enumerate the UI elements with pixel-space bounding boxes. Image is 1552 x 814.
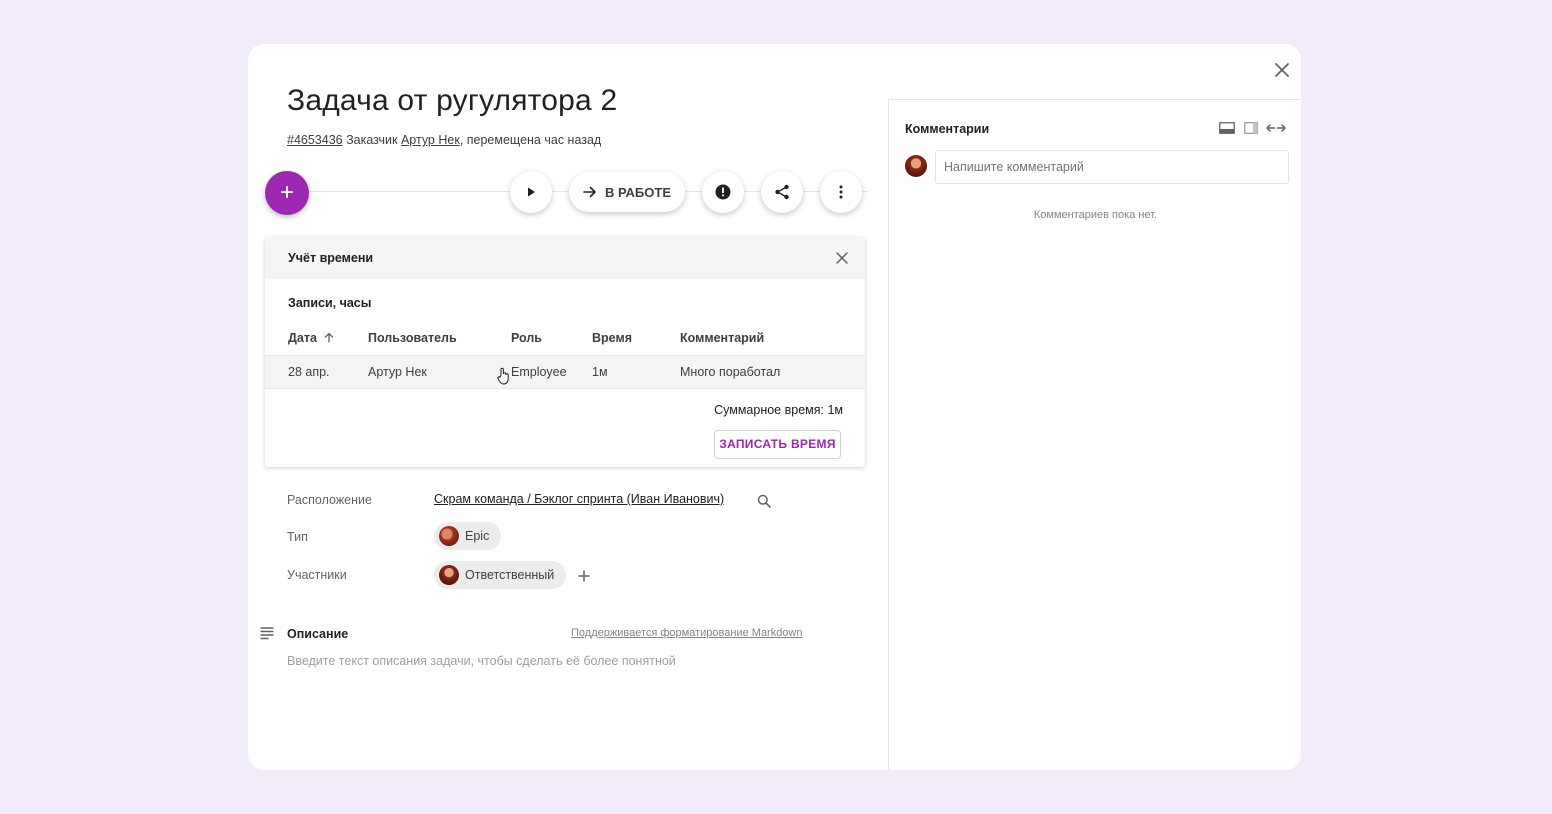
search-icon[interactable] [757, 494, 771, 508]
participant-chip[interactable]: Ответственный [434, 561, 567, 589]
close-icon[interactable] [1272, 60, 1292, 80]
location-label: Расположение [287, 493, 372, 507]
time-tracking-card: Учёт времени Записи, часы Дата Пользоват… [265, 237, 865, 467]
comment-input[interactable] [935, 150, 1289, 184]
column-header-user[interactable]: Пользователь [368, 331, 457, 345]
no-comments-text: Комментариев пока нет. [1033, 209, 1158, 221]
type-chip[interactable]: Epic [434, 522, 502, 550]
play-button[interactable] [510, 171, 552, 213]
more-vert-icon [839, 185, 843, 199]
table-header: Дата Пользователь Роль Время Комментарий [265, 322, 865, 354]
participants-label: Участники [287, 568, 347, 582]
close-time-tracking-icon[interactable] [835, 251, 849, 265]
column-header-date[interactable]: Дата [288, 331, 334, 345]
arrow-up-icon [325, 332, 334, 343]
records-label: Записи, часы [288, 296, 372, 310]
comments-panel: Комментарии Комментариев пока нет. [888, 99, 1301, 770]
row-user: Артур Нек [368, 365, 427, 379]
time-tracking-header: Учёт времени [265, 237, 865, 279]
add-participant-icon[interactable] [578, 570, 590, 582]
share-button[interactable] [761, 171, 803, 213]
dock-bottom-icon[interactable] [1219, 122, 1235, 134]
dock-right-icon[interactable] [1244, 122, 1258, 134]
comments-title: Комментарии [905, 122, 990, 136]
column-header-time[interactable]: Время [592, 331, 632, 345]
task-modal: Задача от ругулятора 2 #4653436 Заказчик… [248, 44, 1301, 770]
location-link[interactable]: Скрам команда / Бэклог спринта (Иван Ива… [434, 492, 724, 506]
record-time-button[interactable]: ЗАПИСАТЬ ВРЕМЯ [714, 430, 841, 459]
row-comment: Много поработал [680, 365, 781, 379]
alert-icon [715, 184, 731, 200]
hand-cursor-icon [497, 367, 509, 385]
row-role: Employee [511, 365, 567, 379]
task-meta: #4653436 Заказчик Артур Нек, перемещена … [287, 133, 601, 147]
table-row[interactable]: 28 апр. Артур Нек Employee 1м Много пора… [265, 355, 865, 389]
customer-link[interactable]: Артур Нек [401, 133, 460, 147]
row-date: 28 апр. [288, 365, 330, 379]
participant-value: Ответственный [465, 568, 555, 582]
status-label: В РАБОТЕ [605, 184, 671, 200]
add-button[interactable]: + [265, 171, 309, 215]
description-title: Описание [287, 627, 349, 641]
task-title: Задача от ругулятора 2 [287, 84, 618, 117]
epic-icon [439, 526, 459, 546]
type-label: Тип [287, 530, 308, 544]
share-icon [775, 184, 789, 200]
column-header-comment[interactable]: Комментарий [680, 331, 764, 345]
more-button[interactable] [820, 171, 862, 213]
column-date-label: Дата [288, 331, 317, 345]
notes-icon [260, 627, 274, 640]
arrow-right-icon [583, 186, 596, 198]
moved-text: , перемещена час назад [459, 133, 602, 147]
avatar [439, 565, 459, 585]
priority-button[interactable] [702, 171, 744, 213]
expand-horizontal-icon[interactable] [1266, 122, 1286, 134]
total-time: Суммарное время: 1м [714, 403, 843, 417]
customer-prefix: Заказчик [346, 133, 398, 147]
status-button[interactable]: В РАБОТЕ [569, 172, 685, 212]
row-time: 1м [592, 365, 608, 379]
type-value: Epic [465, 529, 490, 543]
task-id-link[interactable]: #4653436 [287, 133, 343, 147]
avatar [905, 155, 927, 177]
description-input[interactable]: Введите текст описания задачи, чтобы сде… [287, 654, 676, 668]
markdown-hint-link[interactable]: Поддерживается форматирование Markdown [571, 627, 803, 639]
play-icon [528, 187, 535, 197]
column-header-role[interactable]: Роль [511, 331, 542, 345]
time-tracking-title: Учёт времени [288, 251, 374, 265]
